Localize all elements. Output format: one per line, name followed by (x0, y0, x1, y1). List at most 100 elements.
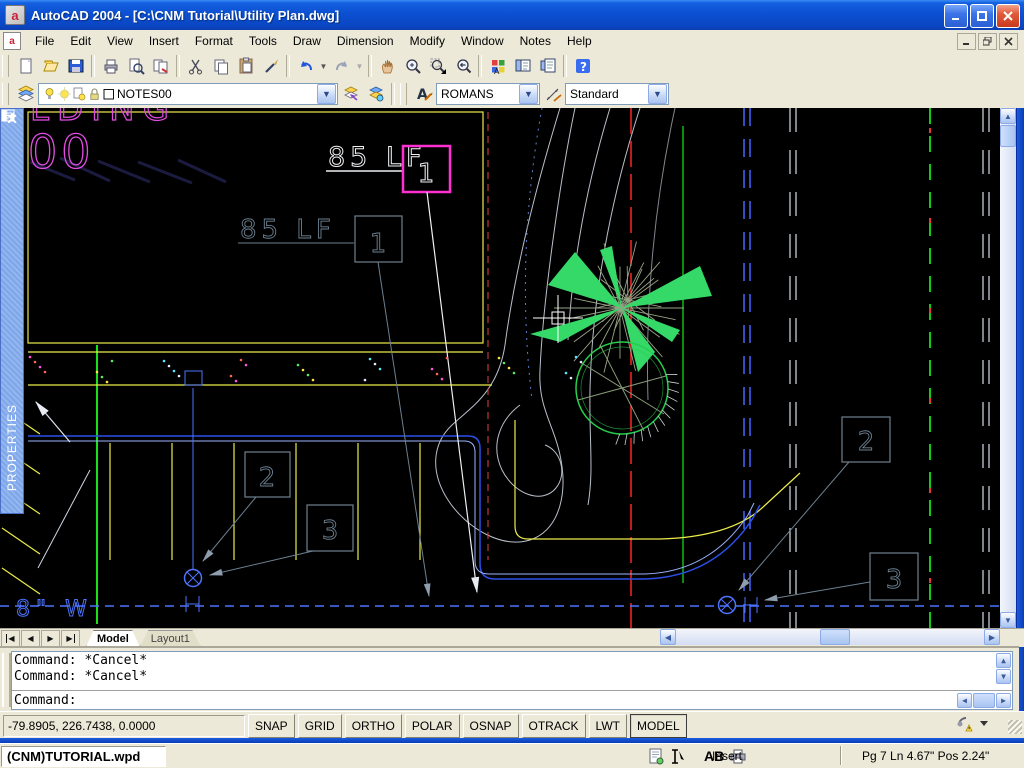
toolbar-grip[interactable] (2, 55, 9, 77)
tab-layout1[interactable]: Layout1 (140, 630, 201, 647)
blue-dashed-lines[interactable] (744, 108, 750, 628)
menu-dimension[interactable]: Dimension (329, 31, 402, 51)
vertical-scrollbar[interactable]: ▲ ▼ (1000, 108, 1016, 628)
maximize-button[interactable] (970, 4, 994, 28)
zoom-realtime-icon[interactable] (400, 54, 425, 78)
horizontal-scroll-thumb[interactable] (820, 629, 850, 645)
street-lines[interactable] (97, 108, 989, 628)
leader-arrows[interactable] (36, 402, 90, 568)
undo-dropdown-icon[interactable]: ▼ (318, 54, 329, 78)
pan-realtime-icon[interactable] (375, 54, 400, 78)
match-properties-icon[interactable] (258, 54, 283, 78)
close-button[interactable] (996, 4, 1020, 28)
status-toggle-model[interactable]: MODEL (630, 714, 687, 738)
wordperfect-document-name[interactable]: (CNM)TUTORIAL.wpd (1, 746, 166, 767)
layers-manager-icon[interactable] (13, 82, 38, 106)
vertical-scroll-thumb[interactable] (1000, 125, 1016, 147)
status-toggle-lwt[interactable]: LWT (589, 714, 627, 738)
tab-prev-icon[interactable]: ◀ (21, 630, 40, 647)
command-text-area[interactable]: Command: *Cancel* Command: *Cancel* ▲ ▼ … (11, 651, 1013, 710)
communication-center-icon[interactable] (956, 715, 974, 732)
command-scroll-up-icon[interactable]: ▲ (996, 653, 1011, 668)
document-style-icon[interactable] (648, 748, 664, 765)
status-toggle-polar[interactable]: POLAR (405, 714, 460, 738)
tab-first-icon[interactable]: ◀ (1, 630, 20, 647)
keynote-2-right[interactable]: 2 (739, 417, 890, 590)
cut-icon[interactable] (183, 54, 208, 78)
plot-preview-icon[interactable] (123, 54, 148, 78)
help-icon[interactable]: ? (570, 54, 595, 78)
menu-modify[interactable]: Modify (402, 31, 453, 51)
parking-stalls[interactable] (110, 443, 420, 560)
layer-combo[interactable]: NOTES00 ▼ (38, 83, 338, 105)
dim-style-icon[interactable] (540, 82, 565, 106)
dim-style-combo-arrow[interactable]: ▼ (648, 84, 667, 104)
layer-combo-arrow[interactable]: ▼ (317, 84, 336, 104)
tab-last-icon[interactable]: ▶ (61, 630, 80, 647)
save-icon[interactable] (63, 54, 88, 78)
mdi-minimize-button[interactable] (957, 33, 976, 50)
menu-edit[interactable]: Edit (62, 31, 99, 51)
redo-icon[interactable] (329, 54, 354, 78)
plot-icon[interactable] (98, 54, 123, 78)
horizontal-scrollbar[interactable]: ◀ ▶ (660, 629, 1000, 645)
menu-notes[interactable]: Notes (512, 31, 559, 51)
mdi-restore-button[interactable] (978, 33, 997, 50)
zoom-window-icon[interactable] (425, 54, 450, 78)
building-outline[interactable] (2, 112, 800, 594)
status-toggle-grid[interactable]: GRID (298, 714, 342, 738)
insertion-point-icon[interactable] (669, 748, 699, 765)
keynote-2-left[interactable]: 2 (203, 452, 290, 561)
menu-draw[interactable]: Draw (285, 31, 329, 51)
text-style-combo-arrow[interactable]: ▼ (519, 84, 538, 104)
menu-view[interactable]: View (99, 31, 141, 51)
keynote-3-right[interactable]: 3 (765, 553, 918, 600)
menu-help[interactable]: Help (559, 31, 600, 51)
command-hscroll-thumb[interactable] (973, 693, 995, 708)
resize-grip[interactable] (1008, 720, 1022, 734)
menu-format[interactable]: Format (187, 31, 241, 51)
open-icon[interactable] (38, 54, 63, 78)
tab-model[interactable]: Model (86, 630, 140, 647)
water-main-line[interactable] (0, 371, 1000, 614)
menu-file[interactable]: File (27, 31, 62, 51)
menu-window[interactable]: Window (453, 31, 512, 51)
keynote-3-left[interactable]: 3 (210, 505, 353, 575)
mdi-close-button[interactable] (999, 33, 1018, 50)
status-toggle-otrack[interactable]: OTRACK (522, 714, 586, 738)
toolbar-grip[interactable] (400, 83, 407, 105)
paste-icon[interactable] (233, 54, 258, 78)
layer-previous-icon[interactable] (338, 82, 363, 106)
tool-palettes-icon[interactable] (535, 54, 560, 78)
tree-symbol[interactable] (530, 242, 712, 373)
drawing-canvas[interactable]: 8" W (0, 108, 1000, 628)
toolbar-grip[interactable] (2, 83, 9, 105)
command-scroll-left-icon[interactable]: ◀ (957, 693, 972, 708)
layer-states-icon[interactable] (363, 82, 388, 106)
command-scroll-right-icon[interactable]: ▶ (996, 693, 1011, 708)
text-style-icon[interactable]: A (411, 82, 436, 106)
status-toggle-osnap[interactable]: OSNAP (463, 714, 519, 738)
designcenter-icon[interactable] (510, 54, 535, 78)
publish-icon[interactable] (148, 54, 173, 78)
water-valve-symbol[interactable] (719, 597, 758, 614)
command-window-grip[interactable] (2, 653, 11, 707)
copy-icon[interactable] (208, 54, 233, 78)
scroll-up-icon[interactable]: ▲ (1000, 108, 1016, 124)
street-curb-yellow[interactable] (515, 420, 800, 539)
contour-lines[interactable] (436, 108, 675, 542)
status-tray-arrow-icon[interactable] (980, 721, 988, 727)
redo-dropdown-icon[interactable]: ▼ (354, 54, 365, 78)
status-toggle-ortho[interactable]: ORTHO (345, 714, 402, 738)
undo-icon[interactable] (293, 54, 318, 78)
properties-icon[interactable]: A (485, 54, 510, 78)
menu-insert[interactable]: Insert (141, 31, 187, 51)
command-splitter[interactable] (12, 690, 1012, 691)
tab-next-icon[interactable]: ▶ (41, 630, 60, 647)
menu-tools[interactable]: Tools (241, 31, 285, 51)
scroll-down-icon[interactable]: ▼ (1000, 612, 1016, 628)
command-scroll-down-icon[interactable]: ▼ (996, 669, 1011, 684)
zoom-previous-icon[interactable] (450, 54, 475, 78)
insert-mode-indicator[interactable]: Insert (712, 749, 742, 763)
text-style-combo[interactable]: ROMANS ▼ (436, 83, 540, 105)
